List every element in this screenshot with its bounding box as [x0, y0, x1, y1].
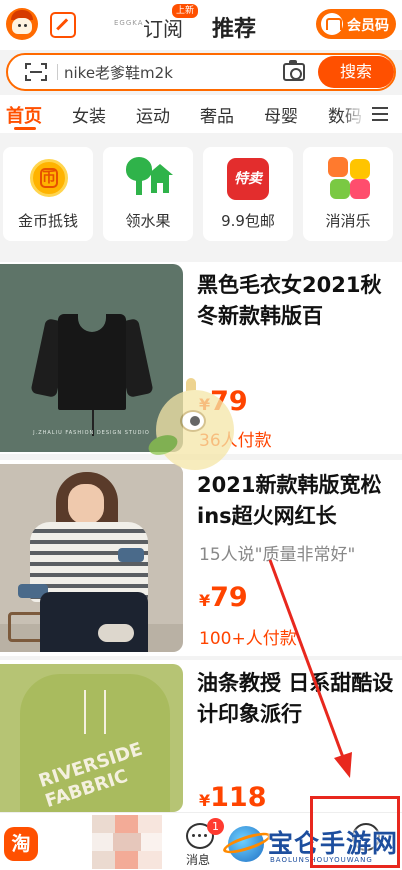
tile-label: 消消乐 — [325, 212, 371, 230]
annotation-highlight-box — [310, 796, 400, 868]
tile-coin-discount[interactable]: 币 金币抵钱 — [3, 147, 93, 241]
tejia-icon: 特卖 — [227, 158, 269, 200]
new-badge: 上新 — [172, 4, 199, 18]
divider — [57, 64, 58, 80]
tile-label: 9.9包邮 — [221, 212, 275, 230]
taobao-home-screen: EGGKA 订阅 上新 推荐 会员码 搜索 首页 女装 运动 奢品 母婴 数码 … — [0, 0, 402, 870]
scan-link-icon[interactable] — [50, 12, 76, 38]
product-card[interactable]: 2021新款韩版宽松ins超火网红长 15人说"质量非常好" ¥79 100+人… — [0, 460, 402, 656]
product-price: ¥79 — [199, 582, 248, 613]
tile-free-shipping[interactable]: 特卖 9.9包邮 — [203, 147, 293, 241]
tab-recommend[interactable]: 推荐 — [212, 11, 256, 43]
tile-label: 领水果 — [125, 212, 171, 230]
category-tabs: 首页 女装 运动 奢品 母婴 数码 — [0, 95, 402, 133]
image-caption: RIVERSIDE FABBRIC — [36, 738, 145, 812]
search-button[interactable]: 搜索 — [318, 56, 394, 88]
product-card[interactable]: RIVERSIDE FABBRIC 油条教授 日系甜酷设计印象派行 ¥118 — [0, 660, 402, 813]
product-image[interactable] — [0, 464, 183, 652]
vip-code-button[interactable]: 会员码 — [316, 9, 396, 39]
product-image[interactable]: RIVERSIDE FABBRIC — [0, 664, 183, 812]
vip-code-label: 会员码 — [347, 18, 389, 34]
tab-luxury[interactable]: 奢品 — [200, 102, 234, 127]
camera-icon[interactable] — [283, 60, 305, 81]
top-bar: EGGKA 订阅 上新 推荐 会员码 — [0, 0, 402, 50]
brand-watermark: EGGKA — [114, 19, 144, 27]
tile-get-fruit[interactable]: 领水果 — [103, 147, 193, 241]
tile-label: 金币抵钱 — [17, 212, 78, 230]
message-tab-label[interactable]: 消息 — [186, 851, 210, 868]
product-title[interactable]: 2021新款韩版宽松ins超火网红长 — [197, 470, 397, 532]
tab-sports[interactable]: 运动 — [136, 102, 170, 127]
search-input[interactable] — [64, 59, 274, 85]
match-game-icon — [328, 157, 372, 201]
product-price: ¥118 — [199, 782, 267, 813]
store-icon — [321, 13, 343, 35]
search-bar: 搜索 — [6, 53, 396, 91]
active-tab-indicator — [14, 127, 36, 130]
tab-home[interactable]: 首页 — [6, 102, 42, 128]
tab-maternal[interactable]: 母婴 — [264, 102, 298, 127]
product-title[interactable]: 黑色毛衣女2021秋冬新款韩版百 — [197, 270, 397, 332]
tile-match-game[interactable]: 消消乐 — [303, 147, 393, 241]
scan-icon[interactable] — [25, 63, 47, 81]
product-title[interactable]: 油条教授 日系甜酷设计印象派行 — [197, 668, 397, 730]
menu-icon[interactable] — [372, 107, 388, 121]
buyer-count: 100+人付款 — [199, 629, 297, 649]
review-quote: 15人说"质量非常好" — [199, 545, 356, 565]
avatar[interactable] — [6, 8, 38, 40]
tab-womens[interactable]: 女装 — [72, 102, 106, 127]
blurred-tab[interactable] — [92, 815, 162, 869]
coin-icon: 币 — [30, 159, 68, 197]
floating-mascot[interactable] — [145, 376, 240, 474]
home-tab-icon[interactable]: 淘 — [4, 827, 38, 861]
tree-house-icon — [123, 157, 175, 201]
